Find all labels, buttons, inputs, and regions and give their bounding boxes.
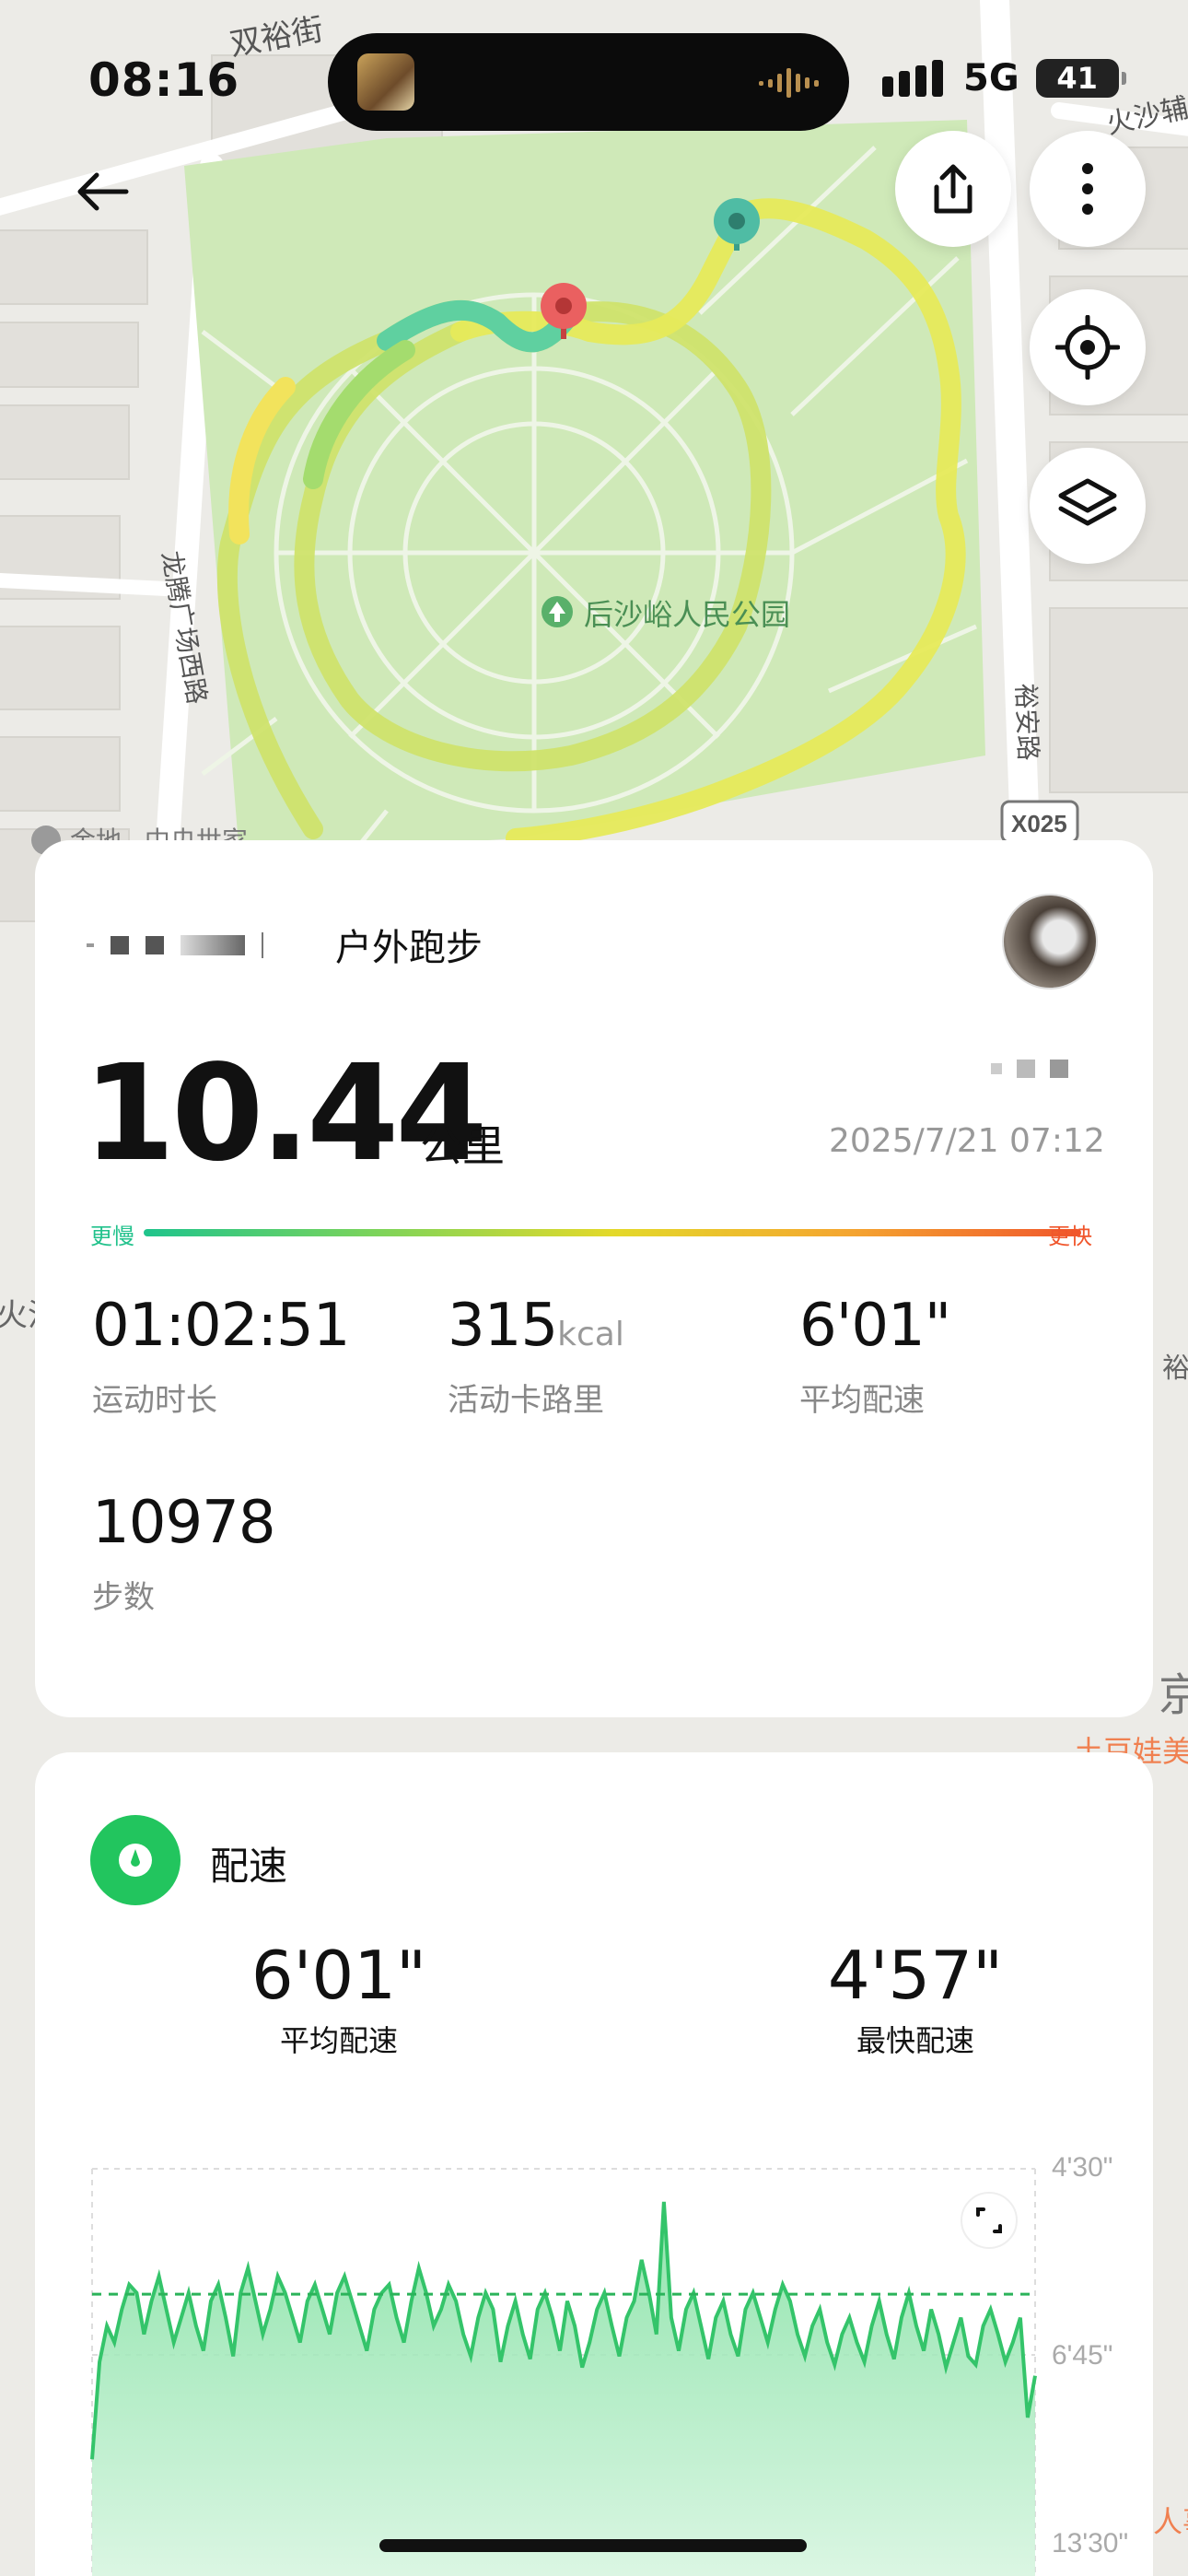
park-label: 后沙峪人民公园: [584, 598, 790, 631]
pace-avg: 6'01" 平均配速: [201, 1937, 477, 2060]
stat-avg-pace-value: 6'01": [799, 1292, 951, 1360]
pace-area: [92, 2201, 1035, 2576]
stat-steps: 10978 步数: [92, 1489, 276, 1617]
network-type: 5G: [963, 57, 1019, 100]
stat-duration: 01:02:51 运动时长: [92, 1292, 350, 1420]
share-button[interactable]: [895, 131, 1011, 247]
expand-chart-button[interactable]: [961, 2192, 1018, 2249]
stat-steps-value: 10978: [92, 1489, 276, 1557]
stat-avg-pace-label: 平均配速: [799, 1382, 925, 1419]
stat-avg-pace: 6'01" 平均配速: [799, 1292, 951, 1420]
chart-tick-bottom: 13'30": [1052, 2528, 1128, 2558]
pace-fast-value: 4'57": [827, 1937, 1004, 2014]
gradient-slow-label: 更慢: [90, 1224, 134, 1249]
signal-icon: [882, 60, 943, 97]
pace-fast-label: 最快配速: [856, 2023, 974, 2058]
pace-avg-label: 平均配速: [279, 2023, 398, 2058]
pace-chart[interactable]: 4'30" 6'45" 13'30": [0, 2119, 1188, 2576]
stat-duration-value: 01:02:51: [92, 1292, 350, 1360]
road-label-right: 裕安路: [1011, 683, 1042, 761]
locate-icon: [1055, 315, 1120, 380]
layers-button[interactable]: [1030, 448, 1146, 564]
arrow-left-icon: [77, 172, 129, 211]
gradient-fast-label: 更快: [1048, 1224, 1092, 1249]
avatar[interactable]: [1002, 894, 1098, 989]
status-right: 5G 41: [882, 57, 1126, 100]
stat-calories-value: 315: [448, 1292, 558, 1360]
locate-button[interactable]: [1030, 289, 1146, 405]
edge-label-right-low: 京: [1159, 1669, 1188, 1721]
pace-gradient-bar: [144, 1229, 1081, 1236]
pace-card-title: 配速: [210, 1844, 288, 1889]
road-badge: X025: [1011, 810, 1067, 837]
chart-tick-top: 4'30": [1052, 2152, 1112, 2183]
pace-avg-value: 6'01": [250, 1937, 427, 2014]
pace-drop-icon: [119, 1844, 152, 1877]
status-time: 08:16: [88, 53, 240, 107]
activity-datetime: 2025/7/21 07:12: [829, 1122, 1105, 1160]
stat-calories-label: 活动卡路里: [448, 1382, 604, 1419]
home-indicator: [379, 2539, 807, 2552]
user-info-blurred: [87, 932, 344, 958]
stat-steps-label: 步数: [92, 1579, 155, 1616]
activity-type: 户外跑步: [335, 927, 483, 969]
stat-duration-label: 运动时长: [92, 1382, 217, 1419]
stat-calories-unit: kcal: [557, 1316, 624, 1353]
chart-tick-mid: 6'45": [1052, 2340, 1112, 2371]
device-blurred: [991, 1060, 1068, 1078]
back-button[interactable]: [61, 155, 144, 228]
share-icon: [934, 164, 973, 214]
layers-icon: [1058, 478, 1117, 526]
more-button[interactable]: [1030, 131, 1146, 247]
pace-fast: 4'57" 最快配速: [777, 1937, 1054, 2060]
album-art-icon: [357, 53, 414, 111]
audio-waveform-icon: [759, 68, 819, 98]
more-vertical-icon: [1082, 163, 1093, 215]
dynamic-island[interactable]: [328, 33, 849, 131]
distance-unit: 公里: [420, 1121, 505, 1171]
stat-calories: 315 kcal 活动卡路里: [448, 1292, 624, 1420]
battery-indicator: 41: [1035, 59, 1126, 98]
pace-icon-badge: [90, 1815, 181, 1905]
edge-label-right-mid: 裕: [1162, 1352, 1188, 1385]
summary-card: 户外跑步 10.44 公里 2025/7/21 07:12 更慢 更快 01:0…: [35, 840, 1153, 1717]
